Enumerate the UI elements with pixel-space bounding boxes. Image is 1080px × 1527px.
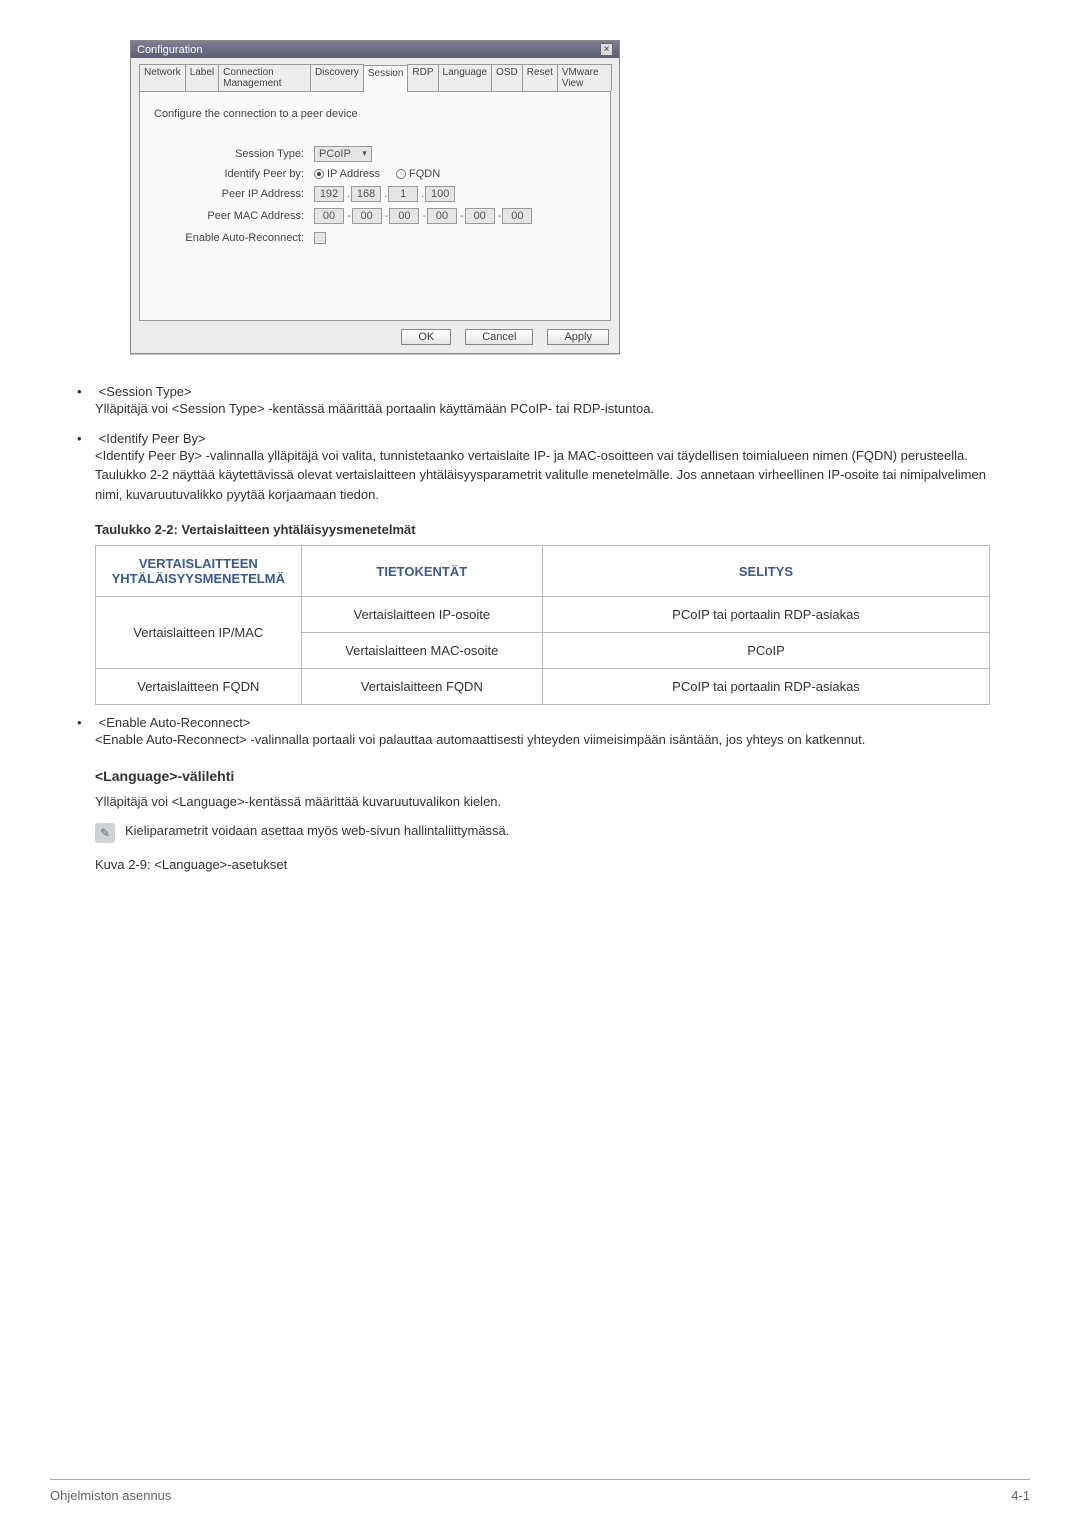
- cell-field: Vertaislaitteen IP-osoite: [301, 597, 542, 633]
- ok-button[interactable]: OK: [401, 329, 451, 345]
- panel-description: Configure the connection to a peer devic…: [154, 108, 596, 120]
- tab-label[interactable]: Label: [185, 64, 219, 91]
- apply-button[interactable]: Apply: [547, 329, 609, 345]
- ip-octet-2[interactable]: 168: [351, 186, 381, 202]
- dialog-tabs: Network Label Connection Management Disc…: [139, 64, 611, 92]
- tab-session[interactable]: Session: [363, 65, 409, 92]
- session-type-select[interactable]: PCoIP: [314, 146, 372, 162]
- cell-desc: PCoIP tai portaalin RDP-asiakas: [542, 669, 989, 705]
- mac-5[interactable]: 00: [465, 208, 495, 224]
- peer-methods-table: VERTAISLAITTEEN YHTÄLÄISYYSMENETELMÄ TIE…: [95, 545, 990, 705]
- table-row: Vertaislaitteen IP/MAC Vertaislaitteen I…: [96, 597, 990, 633]
- language-heading: <Language>-välilehti: [95, 768, 990, 784]
- figure-caption: Kuva 2-9: <Language>-asetukset: [95, 857, 990, 872]
- list-item: <Session Type> Ylläpitäjä voi <Session T…: [95, 384, 990, 419]
- ip-octet-3[interactable]: 1: [388, 186, 418, 202]
- note-icon: ✎: [95, 823, 115, 843]
- dialog-titlebar: Configuration ×: [131, 41, 619, 58]
- th-method: VERTAISLAITTEEN YHTÄLÄISYYSMENETELMÄ: [96, 546, 302, 597]
- tab-conn-mgmt[interactable]: Connection Management: [218, 64, 311, 91]
- list-item: <Identify Peer By> <Identify Peer By> -v…: [95, 431, 990, 505]
- cancel-button[interactable]: Cancel: [465, 329, 533, 345]
- label-session-type: Session Type:: [154, 148, 314, 160]
- language-note: ✎ Kieliparametrit voidaan asettaa myös w…: [95, 823, 990, 843]
- bullet-body: <Enable Auto-Reconnect> -valinnalla port…: [95, 730, 990, 750]
- row-identify-peer: Identify Peer by: IP Address FQDN: [154, 168, 596, 180]
- label-peer-ip: Peer IP Address:: [154, 188, 314, 200]
- tab-discovery[interactable]: Discovery: [310, 64, 364, 91]
- dialog-panel: Configure the connection to a peer devic…: [139, 92, 611, 321]
- row-auto-reconnect: Enable Auto-Reconnect:: [154, 232, 596, 244]
- radio-fqdn[interactable]: [396, 169, 406, 179]
- mac-3[interactable]: 00: [389, 208, 419, 224]
- list-item: <Enable Auto-Reconnect> <Enable Auto-Rec…: [95, 715, 990, 750]
- close-icon[interactable]: ×: [600, 43, 613, 56]
- config-dialog: Configuration × Network Label Connection…: [130, 40, 620, 354]
- config-dialog-screenshot: Configuration × Network Label Connection…: [90, 40, 990, 354]
- note-text: Kieliparametrit voidaan asettaa myös web…: [125, 823, 509, 838]
- bullet-head: <Session Type>: [99, 384, 192, 399]
- row-session-type: Session Type: PCoIP: [154, 146, 596, 162]
- cell-method: Vertaislaitteen FQDN: [96, 669, 302, 705]
- bullets-top: <Session Type> Ylläpitäjä voi <Session T…: [95, 384, 990, 504]
- mac-2[interactable]: 00: [352, 208, 382, 224]
- dialog-title: Configuration: [137, 44, 202, 56]
- table-row: Vertaislaitteen FQDN Vertaislaitteen FQD…: [96, 669, 990, 705]
- bullet-head: <Identify Peer By>: [99, 431, 206, 446]
- language-para: Ylläpitäjä voi <Language>-kentässä määri…: [95, 792, 990, 812]
- footer-left: Ohjelmiston asennus: [50, 1488, 171, 1503]
- label-identify-peer: Identify Peer by:: [154, 168, 314, 180]
- tab-rdp[interactable]: RDP: [407, 64, 438, 91]
- radio-ip-address[interactable]: [314, 169, 324, 179]
- footer-right: 4-1: [1011, 1488, 1030, 1503]
- tab-vmware[interactable]: VMware View: [557, 64, 612, 91]
- ip-octet-1[interactable]: 192: [314, 186, 344, 202]
- mac-1[interactable]: 00: [314, 208, 344, 224]
- table-caption: Taulukko 2-2: Vertaislaitteen yhtäläisyy…: [95, 522, 990, 537]
- cell-desc: PCoIP tai portaalin RDP-asiakas: [542, 597, 989, 633]
- page-footer: Ohjelmiston asennus 4-1: [50, 1479, 1030, 1503]
- th-desc: SELITYS: [542, 546, 989, 597]
- mac-4[interactable]: 00: [427, 208, 457, 224]
- tab-osd[interactable]: OSD: [491, 64, 523, 91]
- dialog-buttons: OK Cancel Apply: [141, 329, 609, 345]
- bullet-head: <Enable Auto-Reconnect>: [99, 715, 251, 730]
- label-auto-reconnect: Enable Auto-Reconnect:: [154, 232, 314, 244]
- radio-ip-label: IP Address: [327, 168, 380, 180]
- bullets-mid: <Enable Auto-Reconnect> <Enable Auto-Rec…: [95, 715, 990, 750]
- radio-fqdn-label: FQDN: [409, 168, 440, 180]
- cell-method: Vertaislaitteen IP/MAC: [96, 597, 302, 669]
- auto-reconnect-checkbox[interactable]: [314, 232, 326, 244]
- cell-desc: PCoIP: [542, 633, 989, 669]
- mac-6[interactable]: 00: [502, 208, 532, 224]
- tab-reset[interactable]: Reset: [522, 64, 558, 91]
- row-peer-ip: Peer IP Address: 192. 168. 1. 100: [154, 186, 596, 202]
- bullet-body: <Identify Peer By> -valinnalla ylläpitäj…: [95, 446, 990, 505]
- label-peer-mac: Peer MAC Address:: [154, 210, 314, 222]
- row-peer-mac: Peer MAC Address: 00- 00- 00- 00- 00- 00: [154, 208, 596, 224]
- tab-language[interactable]: Language: [438, 64, 493, 91]
- cell-field: Vertaislaitteen FQDN: [301, 669, 542, 705]
- th-fields: TIETOKENTÄT: [301, 546, 542, 597]
- ip-octet-4[interactable]: 100: [425, 186, 455, 202]
- cell-field: Vertaislaitteen MAC-osoite: [301, 633, 542, 669]
- bullet-body: Ylläpitäjä voi <Session Type> -kentässä …: [95, 399, 990, 419]
- tab-network[interactable]: Network: [139, 64, 186, 91]
